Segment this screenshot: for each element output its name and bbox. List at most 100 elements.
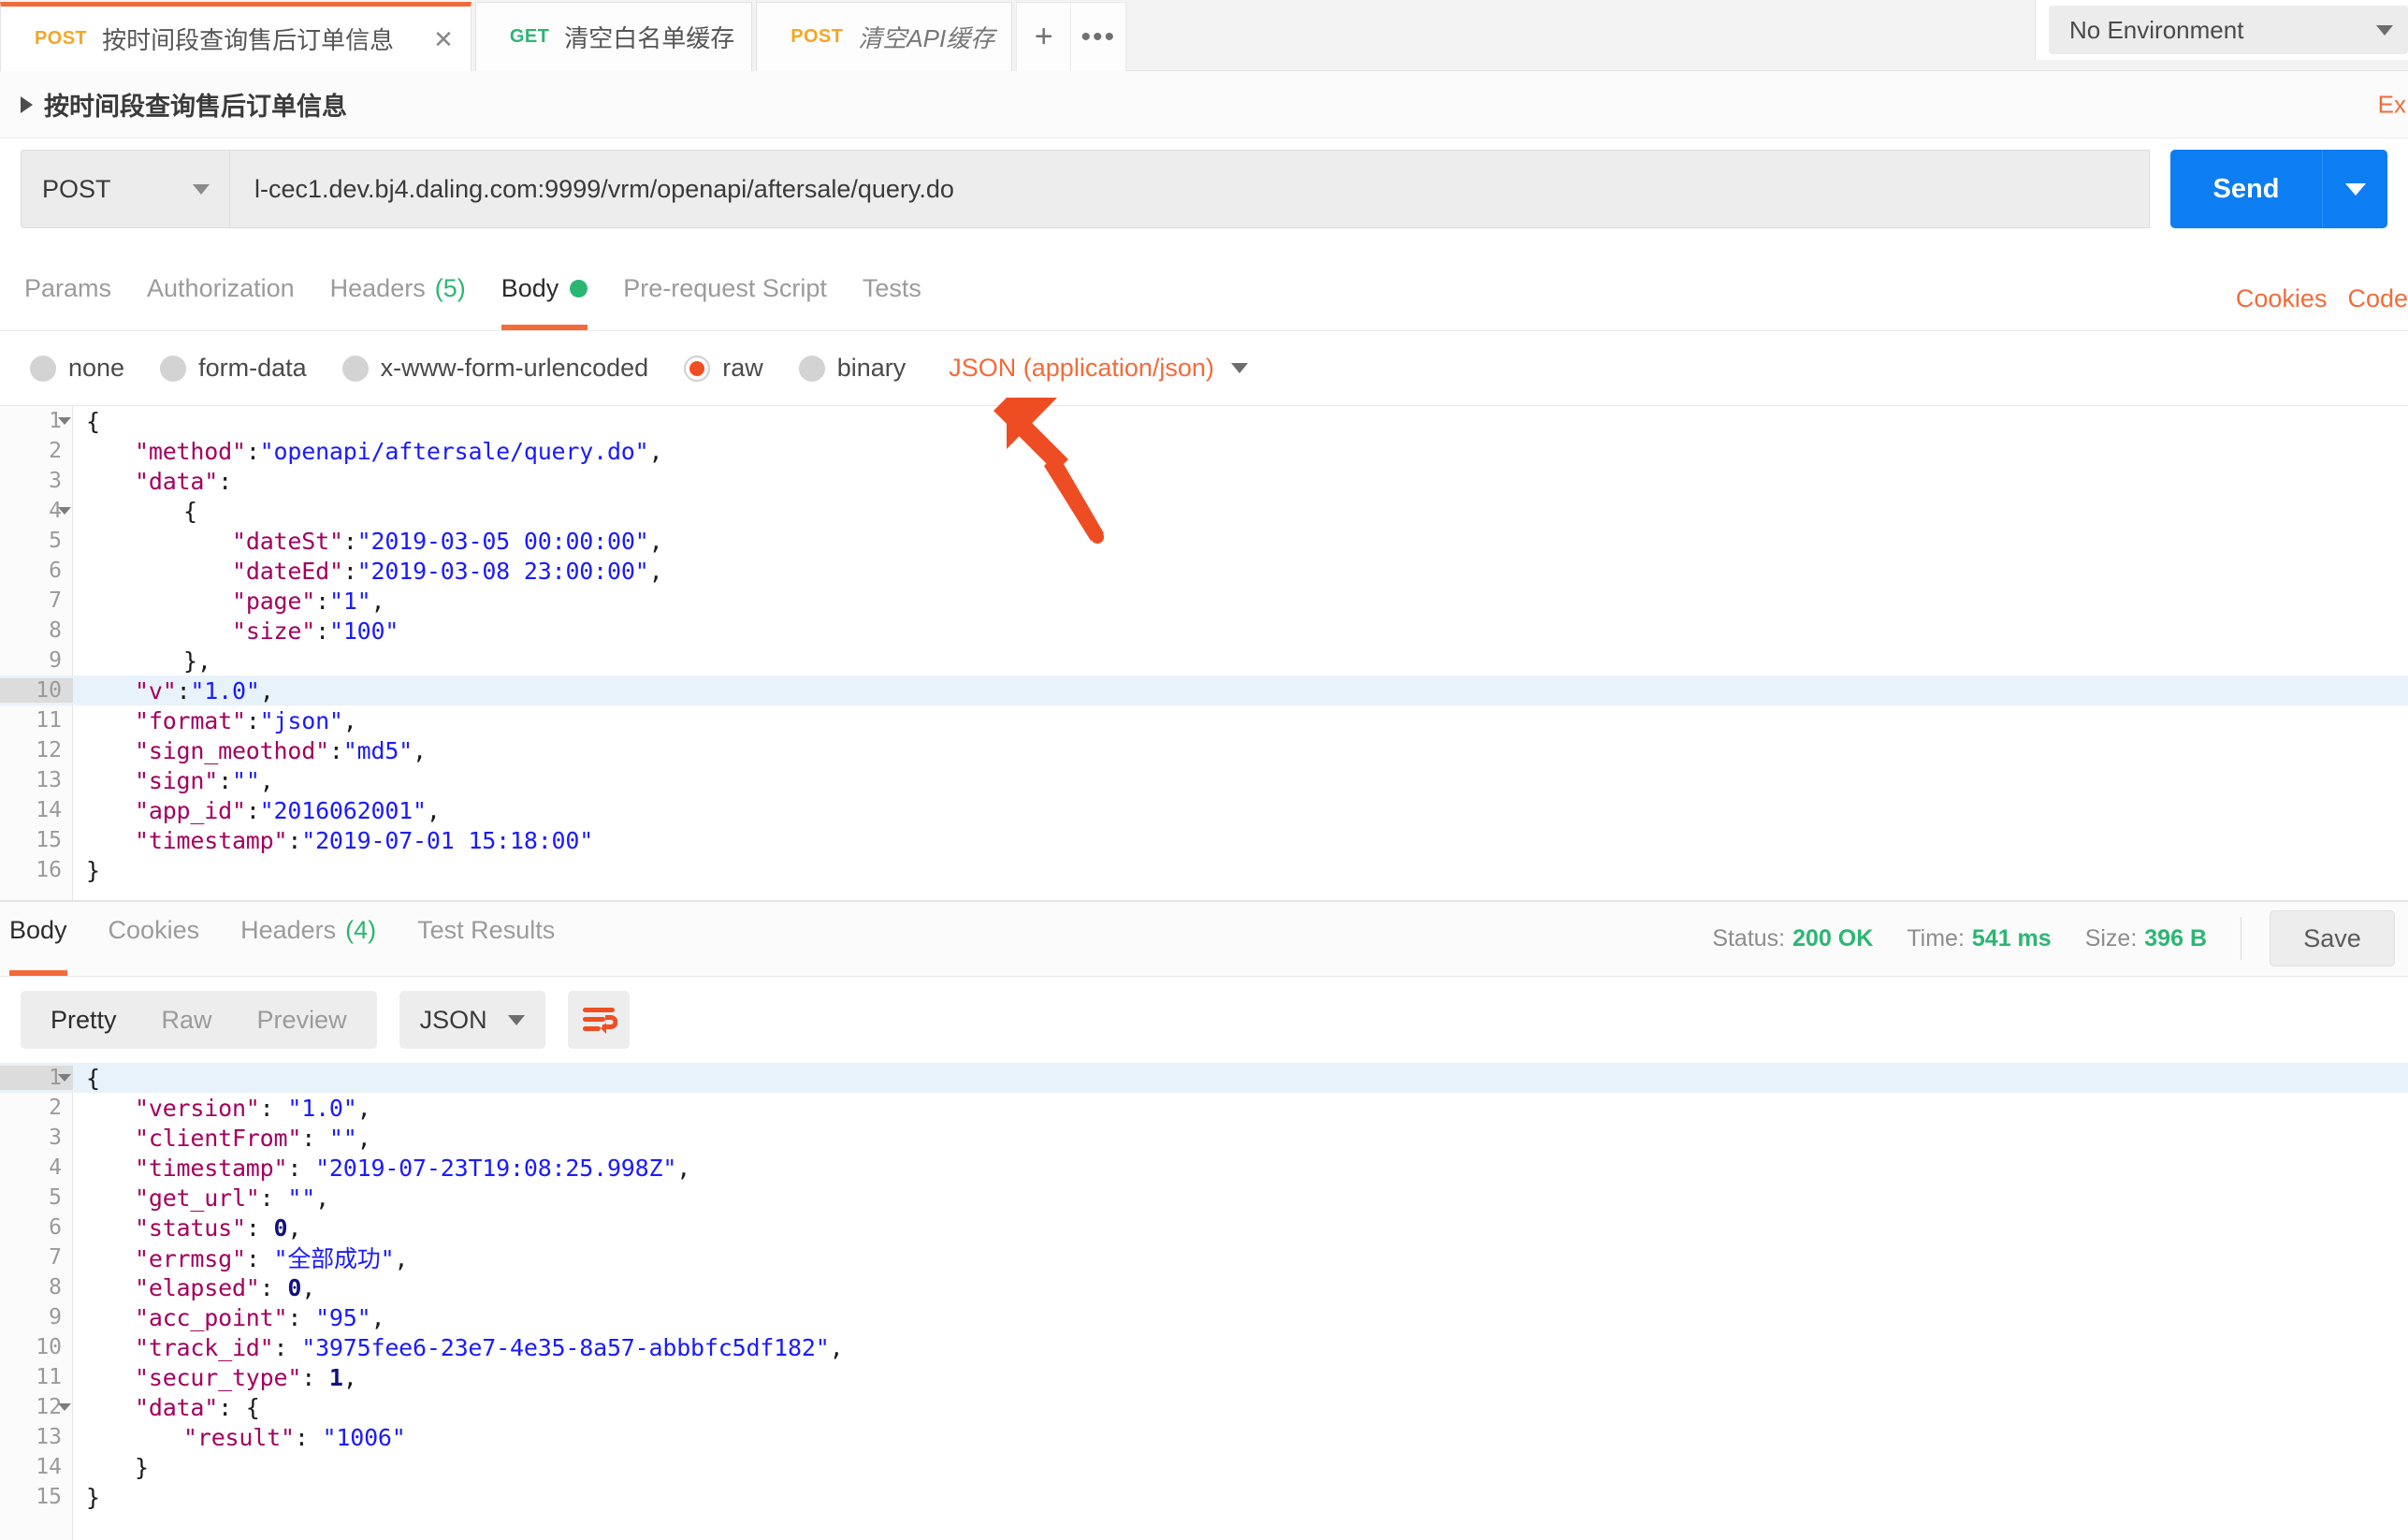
request-tab-headers[interactable]: Headers(5) xyxy=(330,261,466,330)
fold-toggle-icon[interactable] xyxy=(58,417,71,425)
code-token-p: : { xyxy=(218,1394,260,1421)
code-token-p: : xyxy=(315,617,329,645)
response-view-pretty[interactable]: Pretty xyxy=(28,991,139,1049)
code-line: 15} xyxy=(0,1482,2408,1512)
environment-select[interactable]: No Environment xyxy=(2049,6,2408,54)
body-content-type-select[interactable]: JSON (application/json) xyxy=(949,354,1214,383)
response-format-select[interactable]: JSON xyxy=(399,991,545,1049)
tab-title-label: 按时间段查询售后订单信息 xyxy=(102,22,394,56)
code-line: 2"method":"openapi/aftersale/query.do", xyxy=(0,436,2408,466)
code-token-p: : xyxy=(295,1424,323,1451)
chevron-right-icon[interactable] xyxy=(21,96,33,113)
request-tab-3[interactable]: POST清空API缓存 xyxy=(756,2,1012,71)
code-token-s: "1" xyxy=(329,588,371,615)
code-text: "v":"1.0", xyxy=(73,677,274,705)
body-type-binary[interactable]: binary xyxy=(799,354,907,383)
code-token-k: "get_url" xyxy=(135,1184,260,1212)
code-token-p: : xyxy=(218,468,232,495)
http-method-select[interactable]: POST xyxy=(21,150,230,228)
body-type-form-data[interactable]: form-data xyxy=(160,354,307,383)
response-view-raw[interactable]: Raw xyxy=(139,991,235,1049)
url-input[interactable]: l-cec1.dev.bj4.daling.com:9999/vrm/opena… xyxy=(229,150,2150,228)
code-line: 3"clientFrom": "", xyxy=(0,1123,2408,1153)
code-link[interactable]: Code xyxy=(2347,284,2408,313)
code-text: { xyxy=(73,1065,100,1092)
code-line: 9"acc_point": "95", xyxy=(0,1302,2408,1332)
code-line: 14} xyxy=(0,1452,2408,1482)
response-tab-cookies[interactable]: Cookies xyxy=(109,901,200,976)
code-token-k: "app_id" xyxy=(135,797,246,824)
send-options-button[interactable] xyxy=(2322,150,2387,228)
code-text: "size":"100" xyxy=(73,617,399,645)
request-tab-tests[interactable]: Tests xyxy=(863,261,921,330)
word-wrap-toggle[interactable] xyxy=(568,991,630,1049)
new-tab-button[interactable]: + xyxy=(1017,3,1071,72)
save-response-button[interactable]: Save xyxy=(2270,910,2395,966)
body-type-raw[interactable]: raw xyxy=(684,354,763,383)
code-text: "data": { xyxy=(73,1394,260,1421)
response-view-preview[interactable]: Preview xyxy=(235,991,370,1049)
size-value: 396 B xyxy=(2144,925,2207,952)
response-tab-headers[interactable]: Headers(4) xyxy=(240,901,376,976)
status-label: Status: xyxy=(1712,925,1785,952)
code-line: 15"timestamp":"2019-07-01 15:18:00" xyxy=(0,825,2408,855)
line-number: 8 xyxy=(0,1275,73,1300)
tab-title-label: 清空白名单缓存 xyxy=(564,20,734,54)
request-tab-1[interactable]: POST按时间段查询售后订单信息✕ xyxy=(0,2,471,71)
response-tab-test-results[interactable]: Test Results xyxy=(417,901,555,976)
line-number: 3 xyxy=(0,1126,73,1150)
body-type-none[interactable]: none xyxy=(30,354,124,383)
code-token-p: : xyxy=(287,1304,315,1331)
fold-toggle-icon[interactable] xyxy=(58,507,71,515)
line-number: 5 xyxy=(0,1185,73,1210)
request-tab-pre-request-script[interactable]: Pre-request Script xyxy=(623,261,827,330)
radio-label: binary xyxy=(837,354,907,383)
body-type-x-www-form-urlencoded[interactable]: x-www-form-urlencoded xyxy=(342,354,649,383)
close-icon[interactable]: ✕ xyxy=(433,27,454,51)
code-line: 3 "data": xyxy=(0,466,2408,496)
fold-toggle-icon[interactable] xyxy=(58,1074,71,1082)
code-line: 7"page":"1", xyxy=(0,586,2408,616)
request-tab-body[interactable]: Body xyxy=(501,261,588,330)
code-token-k: "size" xyxy=(232,617,315,645)
code-line: 14"app_id":"2016062001", xyxy=(0,795,2408,825)
cookies-link[interactable]: Cookies xyxy=(2236,284,2328,313)
send-button[interactable]: Send xyxy=(2170,150,2322,228)
code-token-p: : xyxy=(287,1155,315,1182)
code-token-s: "json" xyxy=(260,707,343,734)
request-tab-params[interactable]: Params xyxy=(24,261,111,330)
response-tab-body[interactable]: Body xyxy=(9,901,67,976)
code-token-p: : xyxy=(177,677,191,705)
code-token-k: "v" xyxy=(135,677,177,705)
time-value: 541 ms xyxy=(1972,925,2052,952)
radio-label: x-www-form-urlencoded xyxy=(381,354,649,383)
response-view-mode-group: PrettyRawPreview xyxy=(21,991,377,1049)
response-body-editor[interactable]: 1{2"version": "1.0",3"clientFrom": "",4"… xyxy=(0,1063,2408,1540)
request-body-editor[interactable]: 1{2"method":"openapi/aftersale/query.do"… xyxy=(0,406,2408,900)
line-number: 13 xyxy=(0,768,73,792)
code-line: 1{ xyxy=(0,1063,2408,1093)
code-token-n: 0 xyxy=(274,1214,288,1242)
code-token-k: "dateEd" xyxy=(232,558,343,585)
tab-options-button[interactable]: ••• xyxy=(1071,3,1125,72)
chevron-down-icon xyxy=(2376,25,2393,36)
code-token-p: , xyxy=(371,588,385,615)
code-token-p: , xyxy=(287,1214,301,1242)
request-tab-authorization[interactable]: Authorization xyxy=(147,261,295,330)
tab-label: Cookies xyxy=(109,916,200,945)
code-token-k: "track_id" xyxy=(135,1334,274,1361)
tab-label: Params xyxy=(24,274,111,303)
line-number: 3 xyxy=(0,469,73,493)
fold-toggle-icon[interactable] xyxy=(58,1403,71,1411)
request-tab-2[interactable]: GET 清空白名单缓存 xyxy=(475,2,752,71)
code-text: "app_id":"2016062001", xyxy=(73,797,441,824)
header-count-badge: (5) xyxy=(435,274,466,303)
code-token-k: "data" xyxy=(135,468,218,495)
code-text: "result": "1006" xyxy=(73,1424,406,1451)
examples-link[interactable]: Ex xyxy=(2378,90,2408,119)
code-line: 5"get_url": "", xyxy=(0,1183,2408,1213)
tab-label: Headers xyxy=(240,916,336,945)
tab-title-label: 清空API缓存 xyxy=(858,20,994,54)
chevron-down-icon[interactable] xyxy=(1231,363,1248,373)
tab-method-label: GET xyxy=(510,26,549,48)
